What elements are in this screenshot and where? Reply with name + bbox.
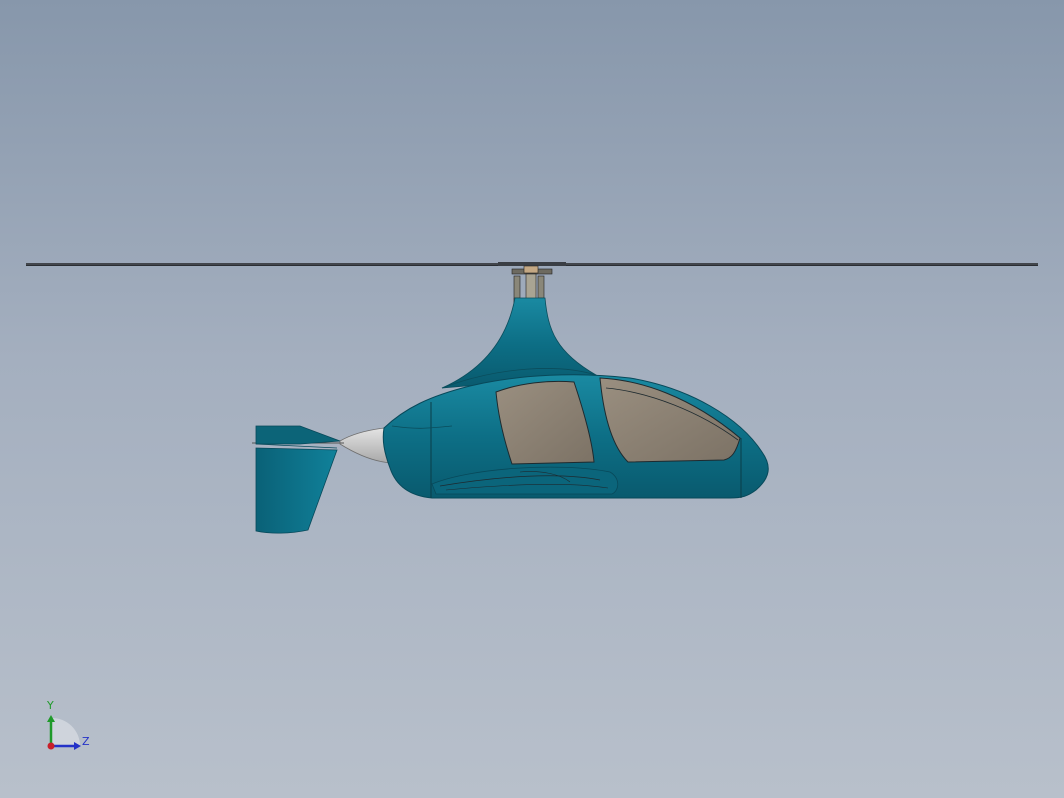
z-axis-label: Z xyxy=(82,735,90,748)
y-axis-label: Y xyxy=(47,699,54,712)
tail-assembly[interactable] xyxy=(255,425,341,534)
coordinate-triad: Y Z xyxy=(40,700,100,760)
main-rotor[interactable] xyxy=(26,262,1038,266)
graphics-viewport[interactable]: Y Z xyxy=(0,0,1064,798)
gyrocopter-model[interactable] xyxy=(0,0,1064,798)
